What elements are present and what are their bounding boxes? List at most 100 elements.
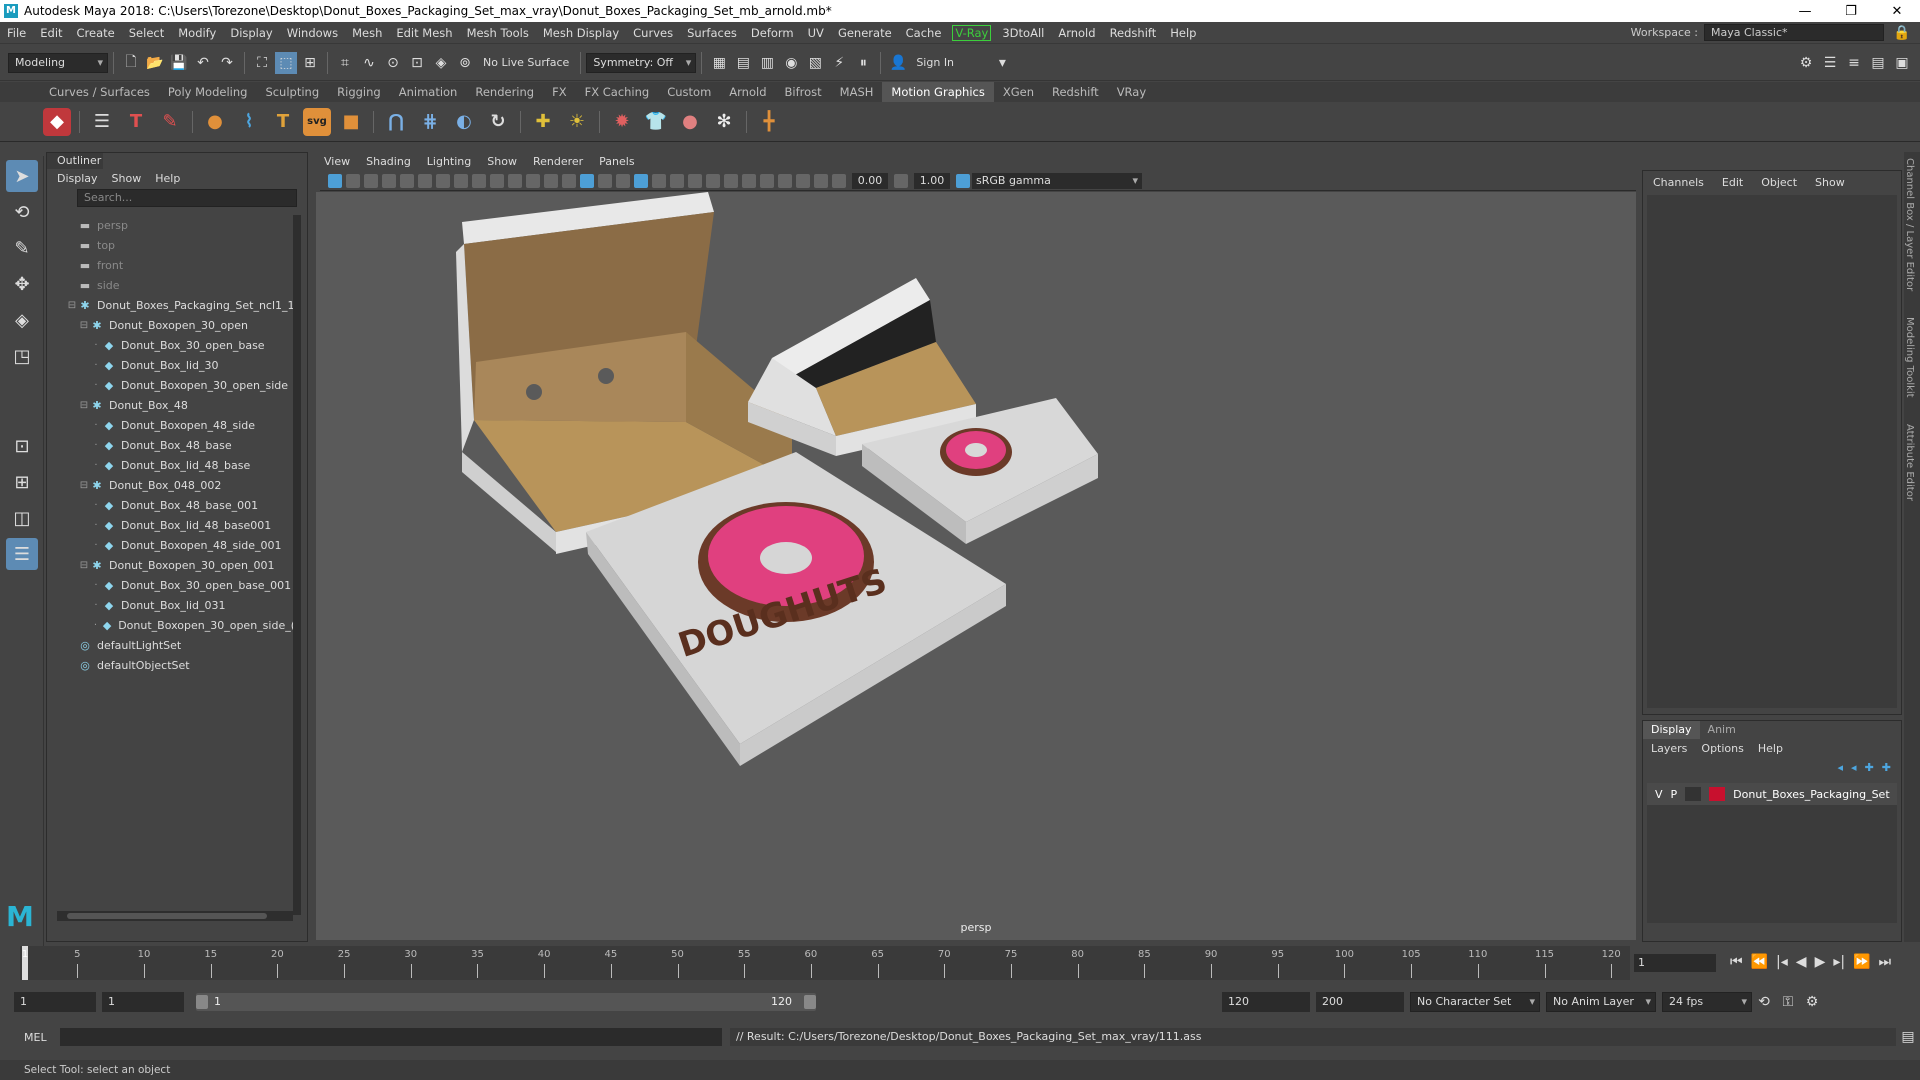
move-tool-icon[interactable]: ✥ — [6, 268, 38, 300]
expand-collapse-icon[interactable]: ⊟ — [79, 480, 89, 491]
two-view-icon[interactable]: ◫ — [6, 502, 38, 534]
outliner-row[interactable]: · ◆ Donut_Box_lid_48_base — [47, 455, 295, 475]
character-set-dropdown[interactable]: No Character Set — [1410, 992, 1540, 1012]
shelf-tab-vray[interactable]: VRay — [1108, 82, 1155, 102]
animation-end-field[interactable]: 200 — [1316, 992, 1404, 1012]
modeling-toolkit-icon[interactable]: ⚙ — [1795, 52, 1817, 74]
color-management-icon[interactable] — [956, 173, 970, 188]
drop-icon[interactable]: ● — [676, 108, 704, 136]
viewport-menu-renderer[interactable]: Renderer — [533, 155, 583, 168]
shelf-tab-animation[interactable]: Animation — [390, 82, 467, 102]
viewport-menu-panels[interactable]: Panels — [599, 155, 634, 168]
layer-playback-toggle[interactable]: P — [1671, 788, 1678, 801]
four-view-icon[interactable]: ⊞ — [6, 466, 38, 498]
camera-select-icon[interactable] — [328, 173, 342, 188]
field-chart-icon[interactable] — [508, 173, 522, 188]
shelf-tab-sculpting[interactable]: Sculpting — [256, 82, 328, 102]
expand-collapse-icon[interactable]: ⊟ — [67, 300, 77, 311]
safe-title-icon[interactable] — [544, 173, 558, 188]
cube-icon[interactable]: ■ — [337, 108, 365, 136]
current-frame-field[interactable]: 1 — [1634, 954, 1716, 972]
gate-mask-icon[interactable] — [490, 173, 504, 188]
shelf-tab-bifrost[interactable]: Bifrost — [776, 82, 831, 102]
lock-icon[interactable]: 🔒 — [1891, 22, 1913, 44]
live-surface-field[interactable]: No Live Surface — [477, 56, 575, 69]
render-settings-icon[interactable]: ▦ — [708, 52, 730, 74]
render-frame-icon[interactable]: ▤ — [732, 52, 754, 74]
layer-menu-options[interactable]: Options — [1701, 742, 1743, 755]
outliner-search-input[interactable]: Search... — [77, 189, 297, 207]
hypershade-icon[interactable]: ◉ — [780, 52, 802, 74]
anim-layer-dropdown[interactable]: No Anim Layer — [1546, 992, 1656, 1012]
outliner-horizontal-scrollbar[interactable] — [57, 911, 293, 921]
paint-select-icon[interactable]: ✎ — [6, 232, 38, 264]
range-start-handle[interactable] — [196, 995, 208, 1009]
menu-windows[interactable]: Windows — [280, 26, 345, 40]
outliner-camera-row[interactable]: ▬ top — [47, 235, 295, 255]
brush-icon[interactable]: ✎ — [156, 108, 184, 136]
default-lighting-icon[interactable] — [616, 173, 630, 188]
sphere-icon[interactable]: ● — [201, 108, 229, 136]
chevron-down-icon[interactable]: ▾ — [991, 52, 1013, 74]
shelf-tab-mash[interactable]: MASH — [831, 82, 883, 102]
xray-joints-icon[interactable] — [796, 173, 810, 188]
viewport-menu-view[interactable]: View — [324, 155, 350, 168]
tab-display[interactable]: Display — [1643, 721, 1700, 739]
menu-cache[interactable]: Cache — [899, 26, 949, 40]
outliner-icon[interactable]: ▣ — [1891, 52, 1913, 74]
shelf-tab-curves-surfaces[interactable]: Curves / Surfaces — [40, 82, 159, 102]
twist-icon[interactable]: ↻ — [484, 108, 512, 136]
outliner-row[interactable]: · ◆ Donut_Box_48_base_001 — [47, 495, 295, 515]
type-icon[interactable]: T — [269, 108, 297, 136]
xray-components-icon[interactable] — [814, 173, 828, 188]
menu-display[interactable]: Display — [223, 26, 279, 40]
auto-key-icon[interactable]: ⚿ — [1777, 991, 1799, 1013]
expand-collapse-icon[interactable]: ⊟ — [79, 400, 89, 411]
menu-set-dropdown[interactable]: Modeling — [8, 52, 108, 73]
step-forward-key-icon[interactable]: ⏩ — [1853, 954, 1870, 970]
playback-start-field[interactable]: 1 — [102, 992, 184, 1012]
bend-icon[interactable]: ◐ — [450, 108, 478, 136]
shelf-tab-rendering[interactable]: Rendering — [466, 82, 543, 102]
outliner-row[interactable]: · ◆ Donut_Box_lid_48_base001 — [47, 515, 295, 535]
step-back-key-icon[interactable]: ⏪ — [1751, 954, 1768, 970]
select-component-icon[interactable]: ⊞ — [299, 52, 321, 74]
outliner-row[interactable]: · ◆ Donut_Box_lid_031 — [47, 595, 295, 615]
symmetry-dropdown[interactable]: Symmetry: Off — [586, 52, 697, 73]
sun-icon[interactable]: ☀ — [563, 108, 591, 136]
outliner-row[interactable]: ⊟ ✱ Donut_Boxes_Packaging_Set_ncl1_1 — [47, 295, 295, 315]
outliner-menu-show[interactable]: Show — [112, 172, 142, 185]
outliner-row[interactable]: ◎ defaultObjectSet — [47, 655, 295, 675]
menu-edit[interactable]: Edit — [33, 26, 69, 40]
outliner-row[interactable]: · ◆ Donut_Box_30_open_base_001 — [47, 575, 295, 595]
smooth-shade-icon[interactable] — [580, 173, 594, 188]
script-editor-icon[interactable]: ▤ — [1897, 1026, 1919, 1048]
undo-icon[interactable]: ↶ — [192, 52, 214, 74]
viewport-menu-shading[interactable]: Shading — [366, 155, 411, 168]
menu-help[interactable]: Help — [1163, 26, 1203, 40]
menu-select[interactable]: Select — [122, 26, 171, 40]
outliner-row[interactable]: ⊟ ✱ Donut_Boxopen_30_open_001 — [47, 555, 295, 575]
scale-tool-icon[interactable]: ◳ — [6, 340, 38, 372]
use-all-lights-icon[interactable] — [652, 173, 666, 188]
close-button[interactable]: ✕ — [1874, 4, 1920, 19]
outliner-row[interactable]: · ◆ Donut_Boxopen_30_open_side — [47, 375, 295, 395]
shelf-tab-rigging[interactable]: Rigging — [328, 82, 390, 102]
script-language-toggle[interactable]: MEL — [0, 1031, 60, 1044]
menu-edit-mesh[interactable]: Edit Mesh — [389, 26, 459, 40]
lasso-tool-icon[interactable]: ⟲ — [6, 196, 38, 228]
resolution-gate-icon[interactable] — [472, 173, 486, 188]
new-layer-selected-icon[interactable]: ✚ — [1882, 761, 1891, 774]
minimize-button[interactable]: — — [1782, 4, 1828, 19]
outliner-row[interactable]: ◎ defaultLightSet — [47, 635, 295, 655]
depth-of-field-icon[interactable] — [742, 173, 756, 188]
menu-create[interactable]: Create — [70, 26, 122, 40]
safe-action-icon[interactable] — [526, 173, 540, 188]
snap-live-icon[interactable]: ⊚ — [454, 52, 476, 74]
outliner-row[interactable]: · ◆ Donut_Boxopen_30_open_side_( — [47, 615, 295, 635]
tool-settings-icon[interactable]: ≡ — [1843, 52, 1865, 74]
isolate-select-icon[interactable] — [760, 173, 774, 188]
arnold-render-icon[interactable]: ⚡ — [828, 52, 850, 74]
text-tool-icon[interactable]: T — [122, 108, 150, 136]
command-input[interactable] — [60, 1028, 722, 1046]
